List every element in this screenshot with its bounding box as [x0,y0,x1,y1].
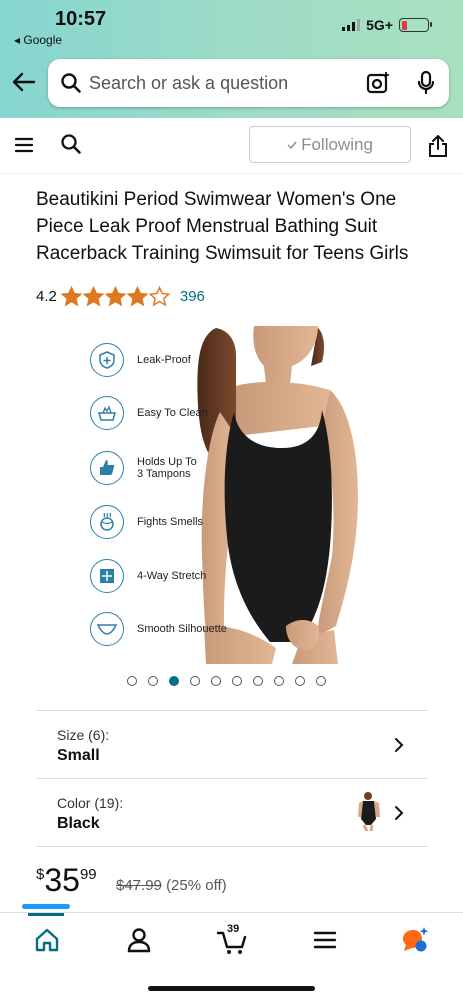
feature-label: 4-Way Stretch [137,570,207,582]
menu-icon[interactable] [310,925,340,955]
star-filled-icon [126,286,148,307]
star-empty-icon [148,286,170,307]
following-label: Following [301,134,373,154]
carousel-dot[interactable] [211,676,221,686]
carousel-dot[interactable] [232,676,242,686]
feature-badge: Leak-Proof [90,343,191,377]
share-icon[interactable] [428,134,448,158]
product-title[interactable]: Beautikini Period Swimwear Women's One P… [36,186,436,267]
search-input[interactable]: Search or ask a question [48,59,449,107]
feature-label: Easy To Clean [137,407,208,419]
microphone-icon[interactable] [416,70,436,96]
back-arrow-icon[interactable] [10,68,38,96]
search-icon[interactable] [60,133,82,155]
list-price-row: $47.99 (25% off) [116,877,227,894]
feature-label: Holds Up To 3 Tampons [137,456,197,480]
feature-badge: Fights Smells [90,505,203,539]
checkmark-icon [287,141,297,149]
color-swatch-thumbnail [358,792,380,831]
shield-plus-icon [90,343,124,377]
cart-count: 39 [227,923,240,935]
star-filled-icon [104,286,126,307]
network-label: 5G+ [366,17,393,33]
carousel-dot[interactable] [295,676,305,686]
header-bar: 10:57 ◂ Google 5G+ Search or ask a quest… [0,0,463,118]
status-indicators: 5G+ [342,17,432,33]
home-indicator [148,986,315,991]
price-whole: 35 [44,862,80,898]
star-filled-icon [82,286,104,307]
following-button[interactable]: Following [249,126,411,163]
rating-count[interactable]: 396 [180,288,205,305]
image-carousel-dots[interactable] [127,676,326,686]
rufus-assistant-icon[interactable] [400,925,430,955]
signal-icon [342,19,361,31]
carousel-dot[interactable] [316,676,326,686]
search-icon [61,73,81,93]
wash-basin-icon [90,396,124,430]
rating-row[interactable]: 4.2 396 [36,286,205,307]
stretch-arrows-icon [90,559,124,593]
feature-label: Smooth Silhouette [137,623,227,635]
camera-lens-icon[interactable] [365,70,391,96]
divider [36,846,428,847]
price: $ 35 99 [36,862,97,898]
color-selector[interactable]: Color (19): Black [36,778,428,846]
chevron-right-icon [395,806,404,820]
size-value: Small [57,747,100,764]
star-filled-icon [60,286,82,307]
carousel-dot[interactable] [190,676,200,686]
search-placeholder: Search or ask a question [89,73,289,93]
carousel-dot[interactable] [127,676,137,686]
color-value: Black [57,815,100,832]
back-to-google-link[interactable]: ◂ Google [14,33,62,47]
account-icon[interactable] [124,925,154,955]
home-icon[interactable] [32,925,62,955]
feature-label: Fights Smells [137,516,204,528]
size-label: Size (6): [57,727,110,743]
store-toolbar: Following [0,118,463,174]
feature-badge: Smooth Silhouette [90,612,227,646]
carousel-dot[interactable] [274,676,284,686]
active-tab-indicator [28,913,64,916]
star-rating [60,286,170,307]
price-fraction: 99 [79,866,97,883]
feature-badge: Easy To Clean [90,396,208,430]
price-symbol: $ [36,866,45,883]
size-selector[interactable]: Size (6): Small [36,710,428,778]
list-price: $47.99 [116,877,162,894]
status-time: 10:57 [55,8,107,30]
carousel-dot-active[interactable] [169,676,179,686]
carousel-dot[interactable] [148,676,158,686]
battery-icon [399,18,432,32]
color-label: Color (19): [57,795,124,811]
rating-value: 4.2 [36,288,57,305]
carousel-dot[interactable] [253,676,263,686]
thumbs-up-icon [90,451,124,485]
chevron-right-icon [395,738,404,752]
odor-ball-icon [90,505,124,539]
feature-badge: 4-Way Stretch [90,559,206,593]
feature-label: Leak-Proof [137,354,191,366]
underwear-icon [90,612,124,646]
feature-badge: Holds Up To 3 Tampons [90,451,197,485]
discount-percent: (25% off) [166,877,227,894]
menu-icon[interactable] [15,137,33,153]
